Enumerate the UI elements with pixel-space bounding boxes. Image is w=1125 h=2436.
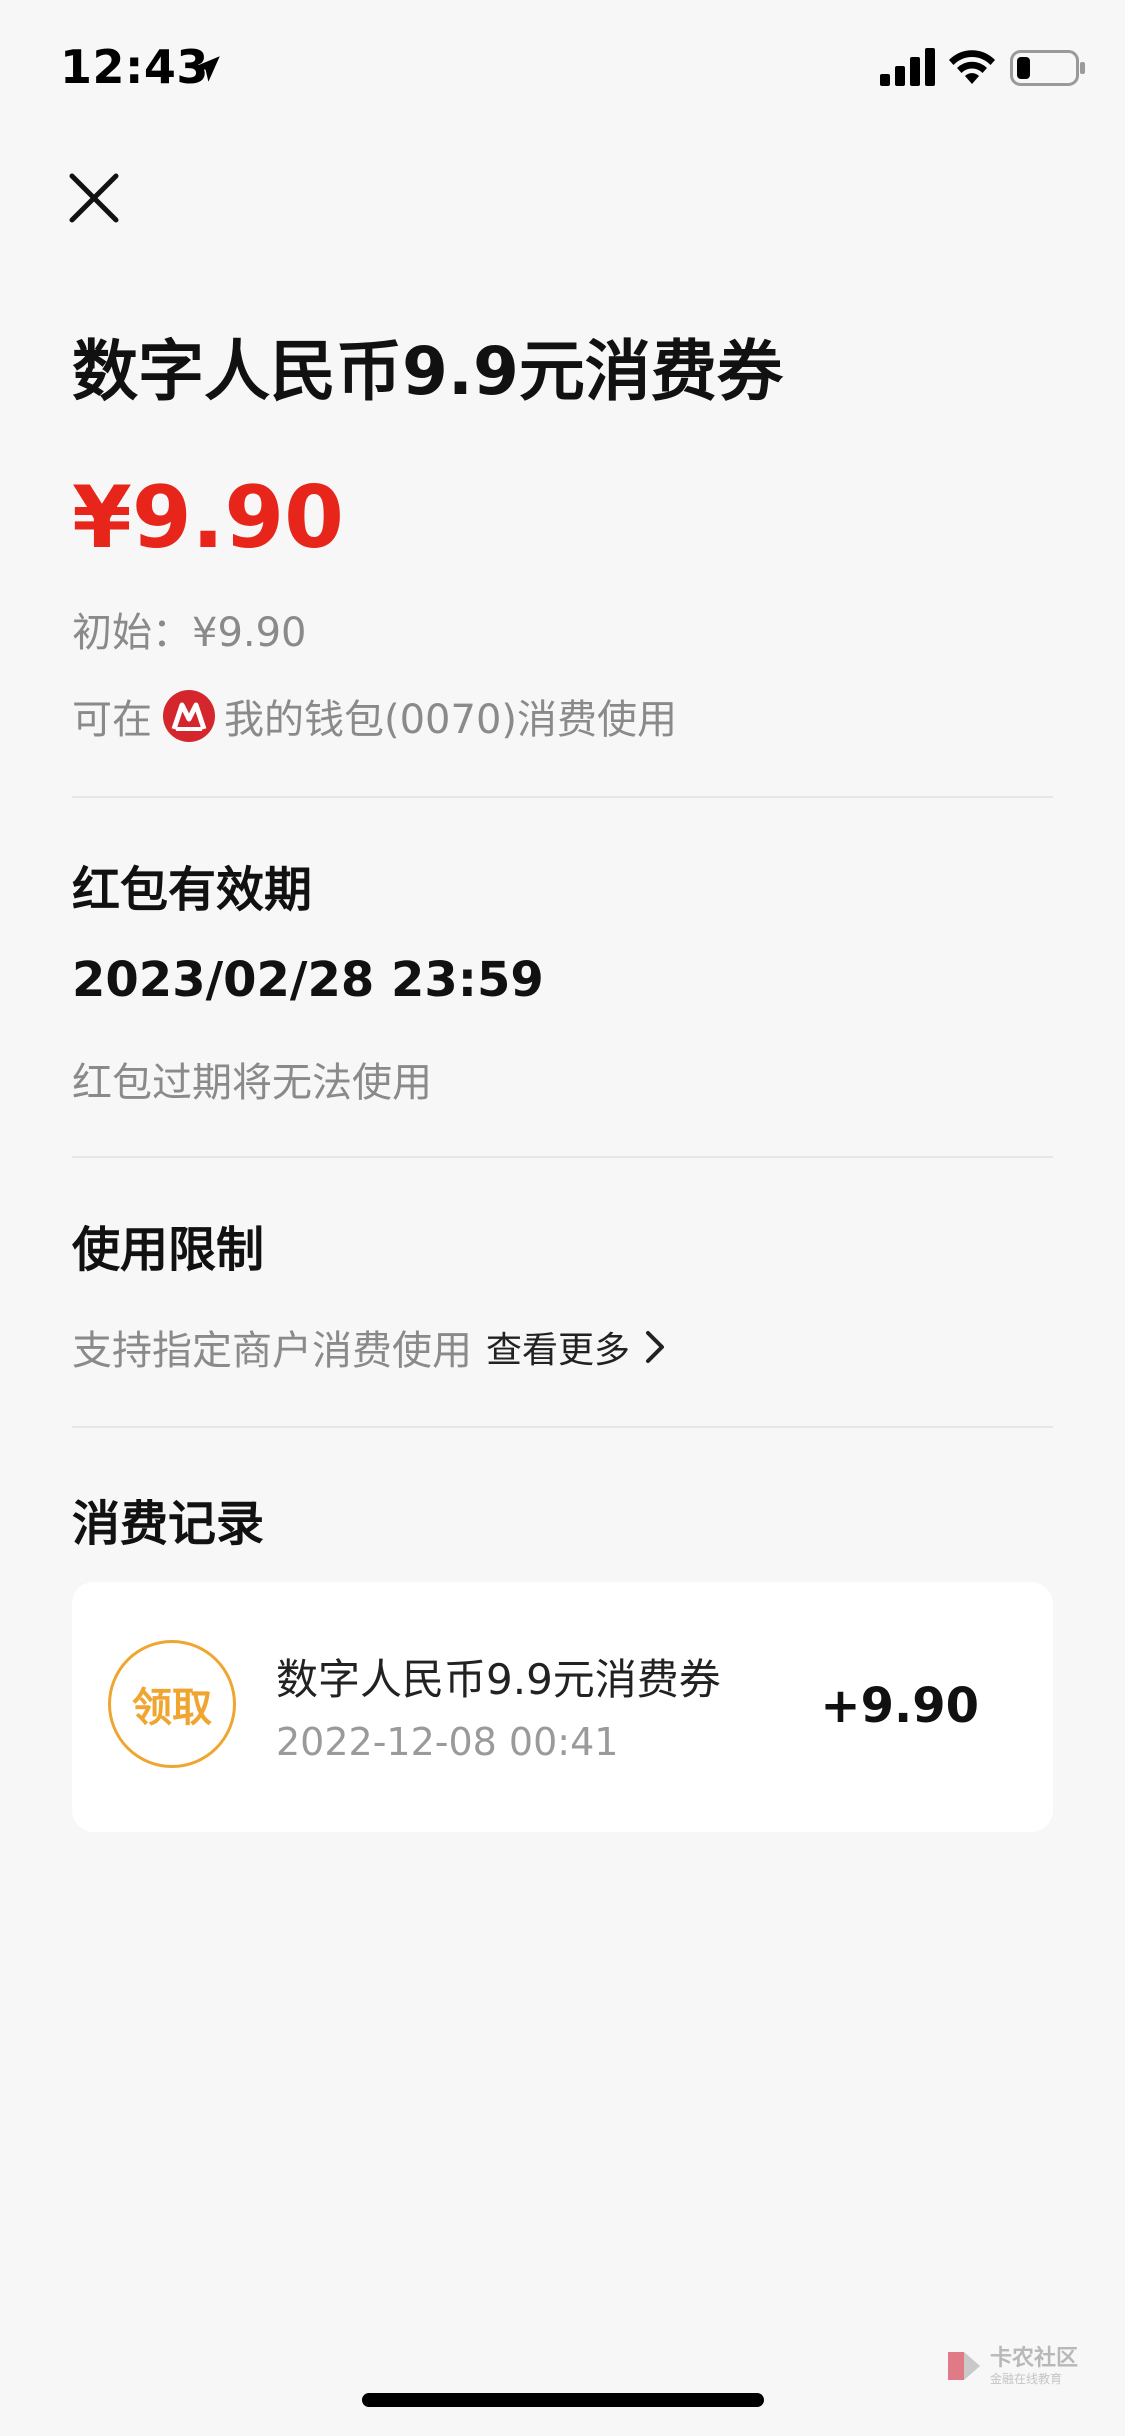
limits-row: 支持指定商户消费使用 查看更多 (72, 1318, 668, 1376)
home-indicator[interactable] (362, 2393, 764, 2407)
usable-wallet: 我的钱包(0070)消费使用 (224, 697, 678, 743)
voucher-detail-screen: 12:43 数字人民币9.9元消费券 ¥9.90 初始：¥9.90 可在 我的钱… (0, 0, 1125, 2436)
page-title: 数字人民币9.9元消费券 (72, 333, 783, 410)
watermark-main: 卡农社区 (990, 2345, 1079, 2371)
record-badge: 领取 (108, 1640, 236, 1768)
close-icon[interactable] (66, 170, 122, 226)
status-time: 12:43 (60, 40, 209, 94)
battery-icon (1010, 50, 1085, 86)
usable-prefix: 可在 (72, 697, 152, 743)
limits-title: 使用限制 (72, 1222, 265, 1278)
watermark-text: 卡农社区 金融在线教育 (990, 2345, 1079, 2386)
limits-text: 支持指定商户消费使用 (72, 1328, 472, 1374)
cellular-signal-icon (880, 48, 935, 86)
watermark-sub: 金融在线教育 (990, 2371, 1063, 2386)
records-title: 消费记录 (72, 1496, 265, 1552)
initial-amount: 初始：¥9.90 (72, 610, 307, 656)
usable-wallet-row: 可在 我的钱包(0070)消费使用 (72, 688, 677, 744)
expiry-date: 2023/02/28 23:59 (72, 952, 544, 1008)
location-arrow-icon (194, 56, 220, 82)
status-bar: 12:43 (0, 0, 1125, 140)
watermark: 卡农社区 金融在线教育 (944, 2346, 1078, 2386)
record-time: 2022-12-08 00:41 (276, 1720, 619, 1764)
bank-logo-icon (163, 690, 215, 742)
record-title: 数字人民币9.9元消费券 (276, 1655, 721, 1704)
record-amount: +9.90 (820, 1678, 979, 1734)
watermark-logo-icon (948, 2352, 980, 2380)
validity-title: 红包有效期 (72, 862, 313, 918)
see-more-label: 查看更多 (486, 1330, 631, 1371)
record-item[interactable]: 领取 数字人民币9.9元消费券 2022-12-08 00:41 +9.90 (72, 1582, 1053, 1832)
divider (72, 796, 1053, 798)
divider (72, 1156, 1053, 1158)
divider (72, 1426, 1053, 1428)
wifi-icon (949, 50, 995, 84)
voucher-amount: ¥9.90 (72, 468, 345, 568)
chevron-right-icon (646, 1331, 665, 1363)
see-more-link[interactable]: 查看更多 (486, 1321, 668, 1373)
expiry-note: 红包过期将无法使用 (72, 1060, 432, 1106)
